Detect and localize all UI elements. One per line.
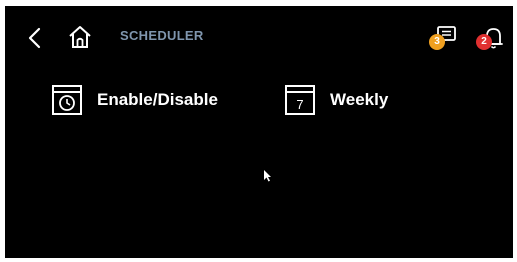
page-title: SCHEDULER [120,28,204,43]
home-icon [69,26,91,48]
alarms-button[interactable]: 2 [476,24,506,54]
alarms-count-badge: 2 [476,34,492,50]
calendar-day-number: 7 [296,97,303,112]
scheduler-screen: SCHEDULER 3 2 Enable/Disable 7 Weekly [5,6,513,258]
chevron-left-icon [28,27,41,49]
messages-button[interactable]: 3 [429,24,459,52]
messages-count-badge: 3 [429,34,445,50]
mouse-cursor-icon [264,170,271,182]
calendar-icon: 7 [285,85,315,115]
home-button[interactable] [67,24,93,50]
weekly-label: Weekly [330,90,389,109]
clock-icon [52,85,82,115]
weekly-tile[interactable]: 7 Weekly [284,82,388,118]
enable-disable-tile[interactable]: Enable/Disable [51,82,218,118]
enable-disable-label: Enable/Disable [97,90,218,109]
back-button[interactable] [25,26,45,50]
top-bar: SCHEDULER 3 2 [5,6,513,64]
